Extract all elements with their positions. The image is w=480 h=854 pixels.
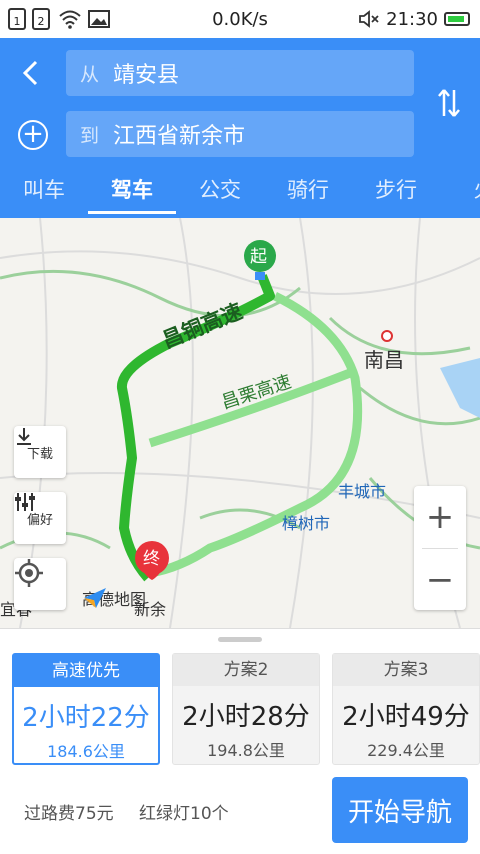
toll-info: 过路费75元 [24, 804, 114, 824]
zoom-out-button[interactable]: − [414, 549, 466, 611]
download-button[interactable]: 下载 [14, 426, 66, 478]
start-navigation-button[interactable]: 开始导航 [332, 777, 468, 843]
to-prefix: 到 [80, 124, 100, 147]
battery-icon [444, 12, 470, 26]
locate-button[interactable] [14, 558, 66, 610]
plan-card-1[interactable]: 高速优先 2小时22分 184.6公里 [12, 653, 160, 765]
route-plans-panel: 高速优先 2小时22分 184.6公里 方案2 2小时28分 194.8公里 方… [0, 628, 480, 854]
preference-button[interactable]: 偏好 [14, 492, 66, 544]
plan-distance: 194.8公里 [207, 741, 285, 760]
tab-taxi[interactable]: 叫车 [0, 170, 88, 218]
city-fengcheng: 丰城市 [338, 482, 387, 501]
tab-ride[interactable]: 骑行 [264, 170, 352, 218]
plan-card-3[interactable]: 方案3 2小时49分 229.4公里 [332, 653, 480, 765]
plan-distance: 229.4公里 [367, 741, 445, 760]
plan-name: 高速优先 [14, 655, 158, 687]
route-header: + 从 靖安县 到 江西省新余市 叫车 驾车 公交 骑行 步行 火 [0, 38, 480, 218]
route-summary: 过路费75元 红绿灯10个 [24, 799, 229, 824]
from-value: 靖安县 [113, 63, 180, 88]
plan-name: 方案3 [333, 654, 479, 686]
swap-icon[interactable] [436, 86, 462, 120]
back-button[interactable] [14, 56, 48, 90]
zoom-in-button[interactable]: + [414, 486, 466, 548]
mode-tabs: 叫车 驾车 公交 骑行 步行 火 [0, 170, 480, 218]
from-prefix: 从 [80, 63, 100, 86]
download-icon [17, 428, 31, 445]
amap-logo-icon [84, 588, 106, 608]
to-value: 江西省新余市 [113, 124, 246, 149]
end-pin-label: 终 [143, 549, 160, 569]
plan-distance: 184.6公里 [47, 742, 125, 761]
sliders-icon [15, 493, 35, 511]
map-canvas [0, 218, 480, 628]
to-field[interactable]: 到 江西省新余市 [66, 111, 414, 157]
zoom-control: + − [414, 486, 466, 610]
add-waypoint-button[interactable]: + [18, 120, 48, 150]
city-zhangshu: 樟树市 [282, 514, 331, 533]
tab-drive[interactable]: 驾车 [88, 170, 176, 218]
from-field[interactable]: 从 靖安县 [66, 50, 414, 96]
mute-icon [359, 10, 379, 28]
tab-walk[interactable]: 步行 [352, 170, 440, 218]
start-pin-label: 起 [250, 247, 267, 267]
clock: 21:30 [386, 8, 438, 30]
plan-name: 方案2 [173, 654, 319, 686]
tab-bus[interactable]: 公交 [176, 170, 264, 218]
plan-card-2[interactable]: 方案2 2小时28分 194.8公里 [172, 653, 320, 765]
map-view[interactable]: 起 终 昌铜高速 昌栗高速 南昌 丰城市 樟树市 宜春 新余 下载 偏好 + − [0, 218, 480, 628]
locate-icon [15, 559, 43, 587]
traffic-lights-info: 红绿灯10个 [139, 804, 229, 824]
plan-time: 2小时49分 [342, 702, 470, 732]
plan-time: 2小时22分 [22, 703, 150, 733]
drag-handle[interactable] [218, 637, 262, 642]
plan-time: 2小时28分 [182, 702, 310, 732]
plus-icon: + [22, 119, 44, 149]
status-bar: 1 2 0.0K/s 21:30 [0, 0, 480, 38]
city-nanchang: 南昌 [364, 348, 404, 372]
amap-logo: 高德地图 [82, 586, 146, 610]
chevron-left-icon [22, 60, 38, 86]
tab-train[interactable]: 火 [440, 170, 480, 218]
